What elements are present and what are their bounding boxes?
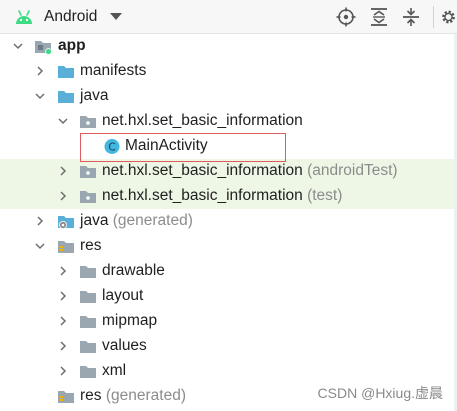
- generated-suffix: (generated): [105, 387, 186, 404]
- chevron-down-icon[interactable]: [57, 115, 69, 127]
- chevron-right-icon[interactable]: [57, 165, 69, 177]
- generated-suffix: (generated): [112, 212, 193, 229]
- folder-icon: [57, 63, 75, 80]
- locate-icon-button[interactable]: [336, 7, 356, 27]
- expand-all-button[interactable]: [369, 7, 389, 27]
- tree-label-drawable: drawable: [102, 262, 165, 279]
- tree-label-layout: layout: [102, 287, 144, 304]
- folder-icon: [57, 88, 75, 105]
- folder-name: res: [80, 387, 102, 404]
- chevron-right-icon[interactable]: [57, 365, 69, 377]
- folder-icon: [79, 313, 97, 330]
- folder-icon: [79, 338, 97, 355]
- chevron-down-icon[interactable]: [34, 240, 46, 252]
- class-icon: C: [103, 138, 121, 155]
- svg-text:C: C: [108, 142, 115, 154]
- tree-node-drawable[interactable]: drawable: [0, 259, 457, 284]
- tree-node-java[interactable]: java: [0, 84, 457, 109]
- tree-label-package-android-test: net.hxl.set_basic_information (androidTe…: [102, 161, 398, 181]
- tree-label-package-main: net.hxl.set_basic_information: [102, 112, 303, 129]
- tree-node-java-generated[interactable]: java (generated): [0, 209, 457, 234]
- tree-node-manifests[interactable]: manifests: [0, 59, 457, 84]
- folder-icon: [79, 263, 97, 280]
- tree-node-app[interactable]: app: [0, 34, 457, 59]
- settings-icon: [442, 10, 455, 24]
- tree-label-package-test: net.hxl.set_basic_information (test): [102, 186, 342, 206]
- chevron-down-icon[interactable]: [34, 90, 46, 102]
- tree-node-main-activity[interactable]: C MainActivity: [0, 134, 457, 159]
- tree-node-layout[interactable]: layout: [0, 284, 457, 309]
- folder-icon: [79, 363, 97, 380]
- generated-folder-icon: [57, 213, 75, 230]
- watermark-text: CSDN @Hxiug.虚晨: [317, 385, 443, 401]
- chevron-right-icon[interactable]: [57, 265, 69, 277]
- collapse-all-button[interactable]: [401, 7, 421, 27]
- tree-label-res: res: [80, 237, 102, 254]
- tree-label-java: java: [80, 87, 109, 104]
- folder-name: java: [80, 212, 109, 229]
- chevron-right-icon[interactable]: [34, 65, 46, 77]
- tree-label-res-generated: res (generated): [80, 386, 186, 406]
- chevron-right-icon[interactable]: [57, 190, 69, 202]
- package-icon: [79, 188, 97, 205]
- package-name: net.hxl.set_basic_information: [102, 187, 303, 204]
- project-view-label: Android: [44, 8, 98, 25]
- source-set-suffix: (androidTest): [307, 162, 398, 179]
- tree-node-xml[interactable]: xml: [0, 359, 457, 384]
- tree-node-package-test[interactable]: net.hxl.set_basic_information (test): [0, 184, 457, 209]
- chevron-down-icon[interactable]: [12, 40, 24, 52]
- tree-node-package-android-test[interactable]: net.hxl.set_basic_information (androidTe…: [0, 159, 457, 184]
- tree-label-values: values: [102, 337, 147, 354]
- package-name: net.hxl.set_basic_information: [102, 162, 303, 179]
- collapse-all-icon: [403, 8, 419, 26]
- package-icon: [79, 113, 97, 130]
- tree-label-mipmap: mipmap: [102, 312, 158, 329]
- chevron-right-icon[interactable]: [57, 290, 69, 302]
- tree-node-values[interactable]: values: [0, 334, 457, 359]
- tree-label-app: app: [58, 37, 86, 54]
- chevron-right-icon[interactable]: [57, 315, 69, 327]
- source-set-suffix: (test): [307, 187, 343, 204]
- toolbar-divider: [433, 6, 434, 28]
- chevron-right-icon[interactable]: [57, 340, 69, 352]
- tree-node-package-main[interactable]: net.hxl.set_basic_information: [0, 109, 457, 134]
- tree-node-mipmap[interactable]: mipmap: [0, 309, 457, 334]
- expand-all-icon: [371, 8, 387, 26]
- tree-label-manifests: manifests: [80, 62, 147, 79]
- tree-label-java-generated: java (generated): [80, 211, 193, 231]
- tree-label-xml: xml: [102, 362, 127, 379]
- folder-icon: [79, 288, 97, 305]
- locate-icon: [336, 7, 356, 27]
- settings-button[interactable]: [440, 7, 457, 27]
- android-icon: [16, 10, 32, 24]
- package-icon: [79, 163, 97, 180]
- project-toolbar: Android: [0, 0, 457, 34]
- dropdown-icon: [110, 13, 123, 20]
- resource-folder-icon: [57, 238, 75, 255]
- tree-label-main-activity: MainActivity: [125, 137, 208, 154]
- generated-resource-folder-icon: [57, 388, 75, 405]
- tree-node-res[interactable]: res: [0, 234, 457, 259]
- chevron-right-icon[interactable]: [34, 215, 46, 227]
- module-folder-icon: [34, 38, 52, 55]
- project-view-selector[interactable]: Android: [14, 5, 123, 29]
